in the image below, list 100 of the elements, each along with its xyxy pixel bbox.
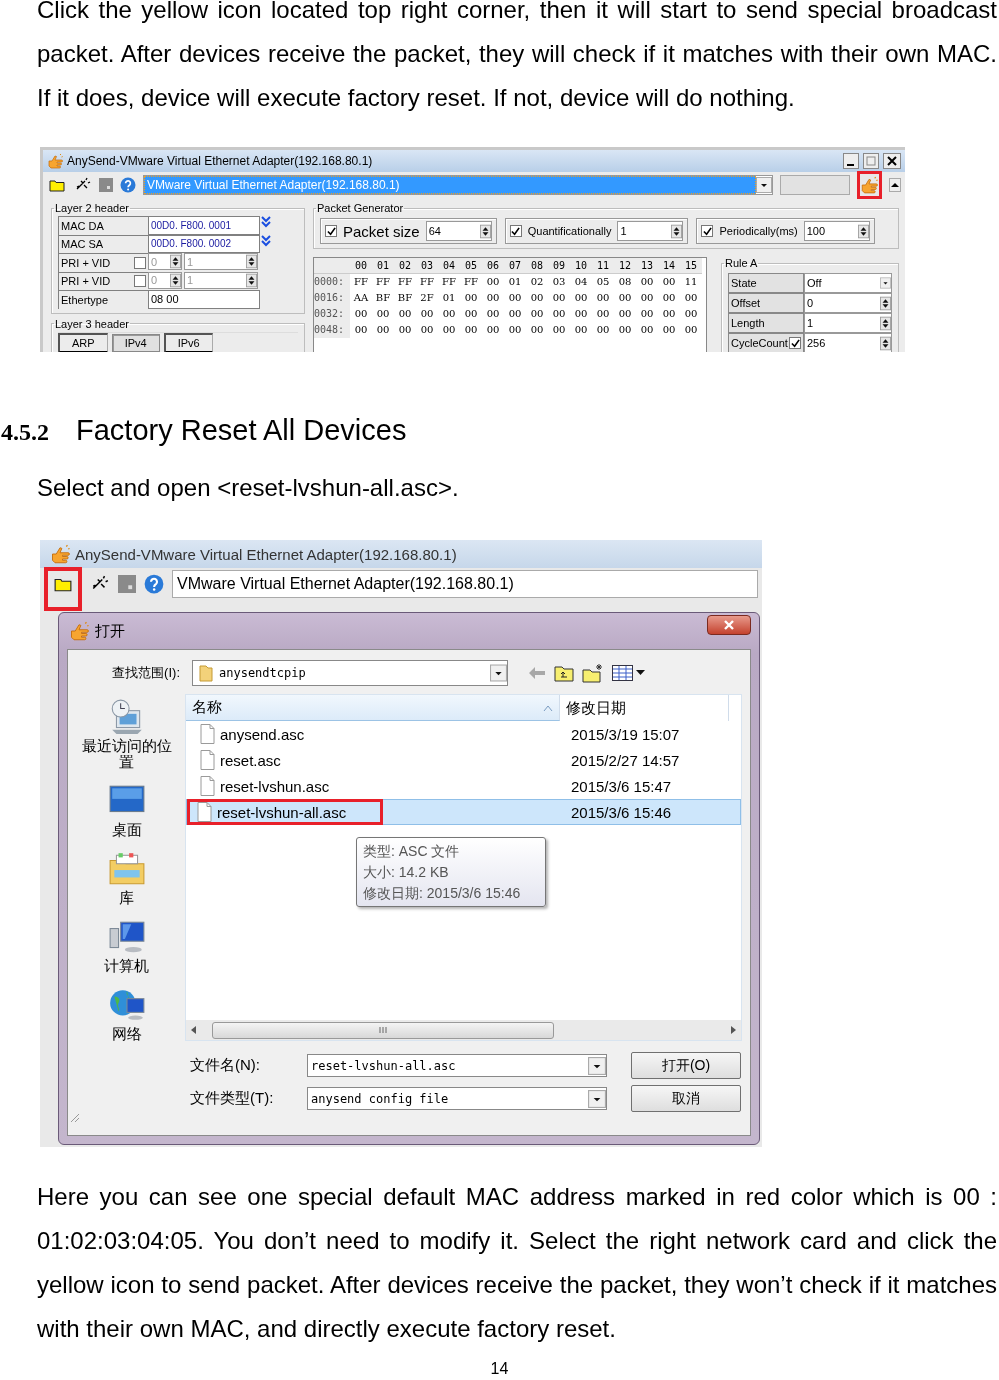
hex-cell-text: 01: [507, 275, 523, 289]
spin-button[interactable]: [880, 335, 891, 351]
folder-up-icon[interactable]: [554, 664, 574, 682]
spin-button[interactable]: [170, 272, 181, 288]
place-item[interactable]: 桌面: [78, 782, 175, 838]
filename-field[interactable]: reset-lvshun-all.asc: [307, 1054, 607, 1077]
double-chevron-icon[interactable]: [260, 234, 272, 247]
folder-select[interactable]: anysendtcpip: [192, 660, 508, 686]
double-chevron-icon[interactable]: [260, 216, 272, 228]
place-item[interactable]: 网络: [78, 986, 175, 1042]
hex-cell-text: 00: [661, 275, 677, 289]
scroll-left-icon: [190, 1025, 198, 1035]
adapter-select[interactable]: VMware Virtual Ethernet Adapter(192.168.80.1): [172, 570, 758, 598]
checkbox[interactable]: [509, 225, 522, 237]
help-icon[interactable]: [120, 177, 136, 193]
scroll-thumb[interactable]: [212, 1021, 554, 1039]
spin-button[interactable]: [671, 223, 683, 239]
spin-button[interactable]: [880, 315, 891, 331]
field-label: Offset: [731, 297, 761, 309]
spin-button[interactable]: [479, 223, 491, 239]
window-title: AnySend-VMware Virtual Ethernet Adapter(192.168.80.1): [67, 154, 374, 168]
row-offset: 0048:: [314, 322, 350, 338]
tab[interactable]: IPv4: [111, 333, 160, 352]
ethertype-field[interactable]: 08 00: [148, 290, 260, 309]
hex-cell-text: 00: [683, 291, 699, 305]
stop-icon[interactable]: [118, 575, 136, 593]
close-button[interactable]: [883, 153, 901, 169]
file-row[interactable]: reset.asc 2015/2/27 14:57: [186, 747, 741, 773]
dropdown-button[interactable]: [490, 664, 507, 682]
checkbox[interactable]: [789, 337, 801, 349]
send-button[interactable]: [856, 171, 882, 199]
hex-cell-text: 00: [617, 307, 633, 321]
column-header: 06: [482, 258, 504, 274]
dropdown-button[interactable]: [588, 1088, 606, 1109]
hex-cell-text: 00: [639, 323, 655, 337]
open-button[interactable]: [44, 567, 82, 611]
hex-cell-text: 00: [595, 323, 611, 337]
hex-cell-text: 00: [639, 291, 655, 305]
dropdown-button[interactable]: [880, 276, 891, 290]
checkbox[interactable]: [134, 275, 146, 288]
spin-button[interactable]: [246, 254, 257, 269]
hex-cell-text: 00: [595, 307, 611, 321]
minimize-button[interactable]: [843, 153, 859, 169]
folder-icon[interactable]: [47, 177, 67, 193]
spin-button[interactable]: [880, 295, 891, 311]
new-folder-icon[interactable]: [582, 663, 604, 683]
tab[interactable]: IPv6: [163, 332, 213, 352]
spin-button[interactable]: [857, 223, 869, 239]
spin-field[interactable]: 100: [803, 221, 870, 241]
spin-field[interactable]: 64: [425, 221, 492, 241]
scrollbar[interactable]: [186, 1020, 741, 1040]
view-menu-icon[interactable]: [612, 664, 646, 682]
field-label: Length: [731, 317, 765, 329]
dialog-button[interactable]: 取消: [631, 1085, 741, 1112]
spin-button[interactable]: [170, 254, 181, 269]
column-header: 08: [526, 258, 548, 274]
spin-field[interactable]: 256: [804, 333, 892, 352]
file-row[interactable]: anysend.asc 2015/3/19 15:07: [186, 721, 741, 747]
hex-cell-text: 00: [683, 323, 699, 337]
tab[interactable]: ARP: [58, 332, 108, 352]
close-button[interactable]: [707, 615, 751, 635]
column-header[interactable]: 名称: [186, 695, 560, 721]
place-item[interactable]: 库: [78, 850, 175, 906]
file-name: reset-lvshun.asc: [220, 777, 330, 795]
hand-icon: [47, 153, 63, 169]
hex-cell-text: FF: [397, 275, 413, 289]
hex-cell-text: 00: [529, 323, 545, 337]
tooltip-text: 类型: ASC 文件: [363, 842, 461, 861]
hex-cell-text: 00: [507, 323, 523, 337]
checkbox[interactable]: [134, 256, 146, 269]
filetype-select[interactable]: anysend config file: [307, 1087, 607, 1110]
row-offset: 0000:: [314, 274, 350, 290]
file-row[interactable]: reset-lvshun-all.asc 2015/3/6 15:46: [186, 799, 741, 825]
mac-field[interactable]: 00D0. F800. 0001: [148, 216, 260, 235]
state-select[interactable]: Off: [804, 273, 892, 293]
file-icon: [200, 724, 215, 744]
checkbox[interactable]: [701, 225, 714, 237]
place-item[interactable]: 计算机: [78, 918, 175, 974]
stop-icon[interactable]: [99, 178, 113, 192]
hex-cell-text: 00: [595, 291, 611, 305]
tooltip-text: 大小: 14.2 KB: [363, 863, 450, 882]
spin-field[interactable]: 1: [804, 313, 892, 333]
file-row[interactable]: reset-lvshun.asc 2015/3/6 15:47: [186, 773, 741, 799]
spin-field[interactable]: 1: [617, 221, 684, 241]
dialog-button[interactable]: 打开(O): [631, 1052, 741, 1079]
hex-cell-text: 00: [573, 291, 589, 305]
scroll-up-button[interactable]: [889, 178, 901, 192]
spin-field[interactable]: 0: [804, 293, 892, 313]
dropdown-button[interactable]: [756, 177, 772, 193]
tooltip-text: 修改日期: 2015/3/6 15:46: [363, 884, 522, 903]
place-item[interactable]: 最近访问的位置: [78, 698, 175, 770]
paragraph: Click the yellow icon located top right corner, then it will start to send special broadcast packet. After devices receive the packet, they will check if it matches with their own MAC. If it does, device will execute factory reset. If not, device will do nothing.: [36, 0, 998, 113]
dropdown-button[interactable]: [588, 1055, 606, 1076]
close-icon: [723, 620, 735, 630]
hand-icon: [69, 621, 89, 641]
spin-button[interactable]: [246, 272, 257, 288]
help-icon[interactable]: [144, 574, 164, 594]
section-number: 4.5.2: [0, 419, 50, 446]
checkbox[interactable]: [325, 225, 337, 237]
column-header: 07: [504, 258, 526, 274]
